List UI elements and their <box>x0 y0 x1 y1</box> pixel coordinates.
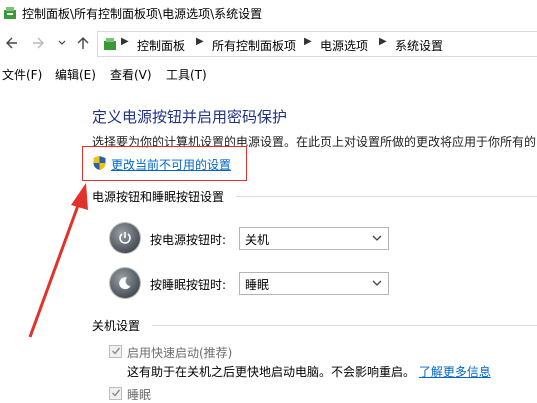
menu-view[interactable]: 查看(V) <box>110 66 152 83</box>
chevron-right-icon: ▶ <box>304 36 312 47</box>
page-title: 定义电源按钮并启用密码保护 <box>92 108 288 126</box>
breadcrumb-all-items[interactable]: 所有控制面板项 <box>212 37 296 54</box>
back-arrow-icon <box>5 36 19 53</box>
navigation-bar: ▶ 控制面板 ▶ 所有控制面板项 ▶ 电源选项 ▶ 系统设置 <box>0 30 537 58</box>
sleep-button-icon <box>110 268 140 298</box>
forward-arrow-icon <box>31 36 45 53</box>
fast-startup-note-text: 这有助于在关机之后更快地启动电脑。不会影响重启。 <box>127 365 416 379</box>
sleep-button-label: 按睡眠按钮时: <box>150 278 227 292</box>
fast-startup-label: 启用快速启动(推荐) <box>127 346 233 360</box>
sleep-checkbox[interactable] <box>109 387 122 400</box>
title-bar: 控制面板\所有控制面板项\电源选项\系统设置 <box>0 0 537 26</box>
sleep-button-value: 睡眠 <box>245 278 270 292</box>
power-button-select[interactable]: 关机 <box>239 227 389 250</box>
power-section-title: 电源按钮和睡眠按钮设置 <box>92 190 225 204</box>
breadcrumb-power-options[interactable]: 电源选项 <box>320 37 368 54</box>
sleep-button-select[interactable]: 睡眠 <box>239 272 389 295</box>
power-button-value: 关机 <box>245 233 270 247</box>
checkmark-icon <box>111 345 121 359</box>
window-title: 控制面板\所有控制面板项\电源选项\系统设置 <box>22 7 263 21</box>
up-arrow-icon <box>76 36 90 53</box>
power-button-label: 按电源按钮时: <box>150 233 227 247</box>
main-content: 定义电源按钮并启用密码保护 选择要为你的计算机设置的电源设置。在此页上对设置所做… <box>0 88 537 403</box>
change-settings-label[interactable]: 更改当前不可用的设置 <box>111 156 231 173</box>
forward-button[interactable] <box>28 33 48 55</box>
shutdown-section-title: 关机设置 <box>92 319 141 333</box>
menu-tools[interactable]: 工具(T) <box>166 66 207 83</box>
menu-file[interactable]: 文件(F) <box>2 66 42 83</box>
power-button-icon <box>110 223 140 253</box>
control-panel-icon <box>102 36 118 55</box>
up-button[interactable] <box>73 33 93 55</box>
uac-shield-icon <box>92 155 107 174</box>
fast-startup-checkbox[interactable] <box>109 345 122 358</box>
address-bar[interactable]: ▶ 控制面板 ▶ 所有控制面板项 ▶ 电源选项 ▶ 系统设置 <box>97 31 537 57</box>
fast-startup-note: 这有助于在关机之后更快地启动电脑。不会影响重启。 了解更多信息 <box>127 363 491 380</box>
menu-edit[interactable]: 编辑(E) <box>55 66 96 83</box>
recent-locations-button[interactable] <box>52 33 72 55</box>
chevron-down-icon <box>371 232 383 247</box>
chevron-down-icon <box>371 277 383 292</box>
chevron-right-icon: ▶ <box>196 36 204 47</box>
chevron-down-icon <box>57 37 67 51</box>
section-divider <box>236 196 537 197</box>
menu-bar: 文件(F) 编辑(E) 查看(V) 工具(T) <box>0 62 537 86</box>
breadcrumb-control-panel[interactable]: 控制面板 <box>137 37 185 54</box>
control-panel-icon <box>2 5 18 24</box>
change-settings-link[interactable]: 更改当前不可用的设置 <box>92 154 231 174</box>
breadcrumb-system-settings[interactable]: 系统设置 <box>395 37 443 54</box>
section-divider <box>152 325 537 326</box>
checkmark-icon <box>111 387 121 401</box>
sleep-option-label: 睡眠 <box>127 388 152 402</box>
chevron-right-icon: ▶ <box>379 36 387 47</box>
learn-more-link[interactable]: 了解更多信息 <box>419 365 491 379</box>
chevron-right-icon: ▶ <box>121 36 129 47</box>
back-button[interactable] <box>2 33 22 55</box>
